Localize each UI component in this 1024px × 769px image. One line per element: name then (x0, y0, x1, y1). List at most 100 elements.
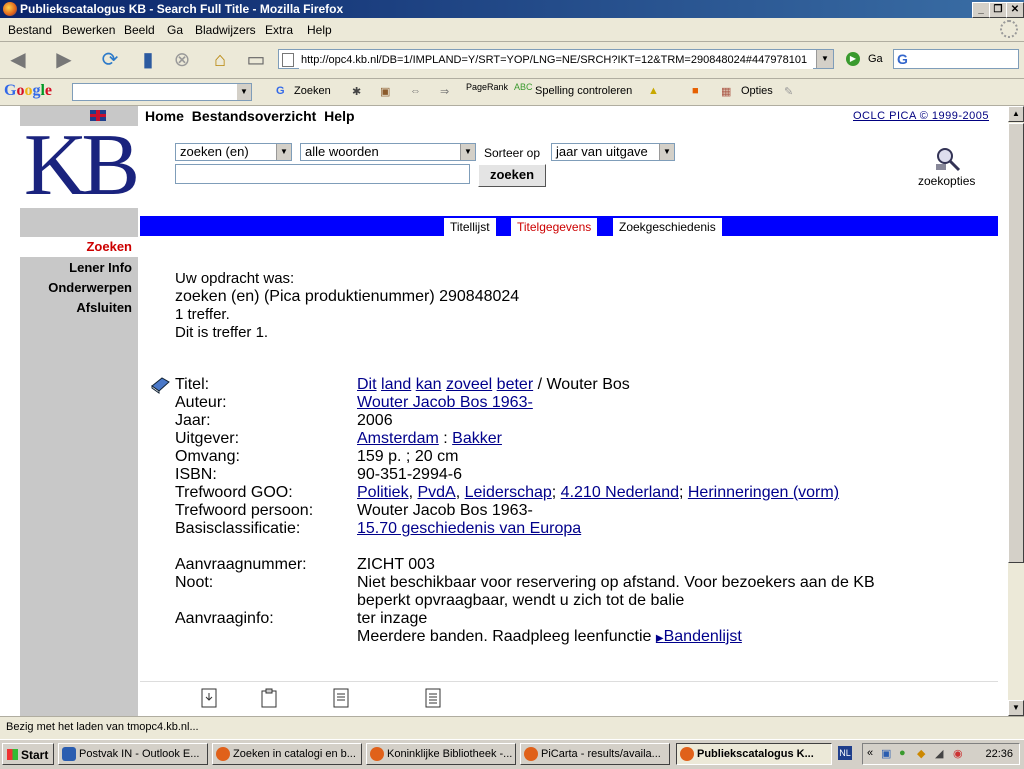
nav-bestandsoverzicht[interactable]: Bestandsoverzicht (192, 108, 316, 124)
task-outlook[interactable]: Postvak IN - Outlook E... (58, 743, 208, 765)
search-box[interactable]: G (893, 49, 1019, 69)
stop-icon[interactable]: ⊗ (168, 46, 196, 74)
search-button[interactable]: zoeken (478, 164, 546, 187)
kb-logo[interactable]: KB (20, 122, 140, 210)
spelling-check-button[interactable]: Spelling controleren (535, 85, 632, 97)
outlook-icon (62, 747, 76, 761)
subject-link[interactable]: Herinneringen (vorm) (688, 484, 839, 501)
search-mode-select[interactable]: alle woorden ▼ (300, 143, 476, 161)
chevron-down-icon[interactable]: ▼ (237, 84, 251, 100)
reload-icon[interactable]: ⟳ (96, 46, 124, 74)
print-icon[interactable]: ▭ (242, 46, 270, 74)
url-input[interactable] (299, 51, 813, 69)
print-document-icon[interactable] (424, 688, 442, 708)
subject-link[interactable]: 4.210 Nederland (561, 484, 679, 501)
task-zoeken-catalogi[interactable]: Zoeken in catalogi en b... (212, 743, 362, 765)
google-search-input[interactable]: ▼ (72, 83, 252, 101)
search-options-label[interactable]: zoekopties (918, 174, 975, 188)
blogger-icon[interactable]: ■ (692, 85, 699, 97)
scroll-up-icon[interactable]: ▲ (1008, 106, 1024, 122)
task-picarta[interactable]: PiCarta - results/availa... (520, 743, 670, 765)
download-icon[interactable] (200, 688, 218, 708)
google-zoeken-button[interactable]: Zoeken (294, 85, 331, 97)
image-icon[interactable]: ▣ (380, 85, 390, 98)
address-bar[interactable]: ▼ (278, 49, 834, 69)
forward-arrow-icon[interactable]: ▶ (50, 46, 78, 74)
task-publiekscatalogus[interactable]: Publiekscatalogus K... (676, 743, 832, 765)
menu-extra[interactable]: Extra (265, 23, 293, 37)
sidebar-item-zoeken[interactable]: Zoeken (20, 237, 138, 257)
search-input[interactable] (175, 164, 470, 184)
menu-beeld[interactable]: Beeld (124, 23, 155, 37)
tab-titelgegevens[interactable]: Titelgegevens (511, 218, 598, 236)
bookmark-up-icon[interactable]: ▲ (648, 85, 659, 97)
menu-bewerken[interactable]: Bewerken (62, 23, 115, 37)
tab-zoekgeschiedenis[interactable]: Zoekgeschiedenis (613, 218, 722, 236)
update-icon[interactable]: ◆ (917, 747, 925, 760)
security-icon[interactable]: ◉ (953, 747, 963, 760)
page-icon (282, 53, 294, 67)
start-button[interactable]: Start (2, 743, 54, 765)
document-icon[interactable] (332, 688, 350, 708)
subject-link[interactable]: PvdA (417, 484, 455, 501)
copyright-link[interactable]: OCLC PICA © 1999-2005 (853, 110, 989, 122)
clipboard-icon[interactable] (260, 688, 278, 708)
scroll-down-icon[interactable]: ▼ (1008, 700, 1024, 716)
tray-expand-icon[interactable]: « (867, 747, 873, 759)
back-arrow-icon[interactable]: ◀ (4, 46, 32, 74)
menu-bladwijzers[interactable]: Bladwijzers (195, 23, 256, 37)
language-indicator[interactable]: NL (838, 746, 852, 760)
title-word-link[interactable]: land (381, 376, 411, 393)
pagerank-label[interactable]: PageRank (466, 82, 508, 92)
publisher-name-link[interactable]: Bakker (452, 430, 502, 447)
home-icon[interactable]: ⌂ (206, 46, 234, 74)
network-icon[interactable]: ▣ (881, 747, 891, 760)
author-link[interactable]: Wouter Jacob Bos 1963- (357, 394, 533, 411)
minimize-button[interactable]: _ (972, 2, 990, 18)
maximize-button[interactable]: ❐ (989, 2, 1007, 18)
book-icon (151, 377, 170, 394)
sidebar-item-afsluiten[interactable]: Afsluiten (76, 300, 132, 315)
tab-titellijst[interactable]: Titellijst (444, 218, 496, 236)
pencil-icon[interactable]: ✎ (784, 85, 793, 98)
go-label[interactable]: Ga (868, 53, 883, 65)
intro-label: Uw opdracht was: (175, 270, 295, 287)
nav-home[interactable]: Home (145, 108, 184, 124)
sidebar-item-onderwerpen[interactable]: Onderwerpen (48, 280, 132, 295)
search-options-icon[interactable] (934, 146, 962, 172)
abc-check-icon[interactable]: ABC (514, 82, 533, 92)
search-field-select[interactable]: zoeken (en) ▼ (175, 143, 292, 161)
options-icon[interactable]: ▦ (721, 85, 731, 98)
highlight-icon[interactable]: ⇒ (440, 85, 449, 98)
scroll-thumb[interactable] (1008, 123, 1024, 563)
vertical-scrollbar[interactable]: ▲ ▼ (1008, 106, 1024, 716)
volume-icon[interactable]: ◢ (935, 747, 943, 760)
nav-help[interactable]: Help (324, 108, 354, 124)
menu-ga[interactable]: Ga (167, 23, 183, 37)
basisclassificatie-value: 15.70 geschiedenis van Europa (357, 520, 581, 538)
title-word-link[interactable]: Dit (357, 376, 377, 393)
antivirus-icon[interactable]: ● (899, 747, 906, 759)
news-icon[interactable]: ✱ (352, 85, 361, 98)
sort-select[interactable]: jaar van uitgave ▼ (551, 143, 675, 161)
google-logo[interactable]: Google (4, 82, 52, 100)
publisher-place-link[interactable]: Amsterdam (357, 430, 439, 447)
close-button[interactable]: ✕ (1006, 2, 1024, 18)
opties-button[interactable]: Opties (741, 85, 773, 97)
title-word-link[interactable]: kan (416, 376, 442, 393)
classification-link[interactable]: 15.70 geschiedenis van Europa (357, 520, 581, 537)
bookmarks-icon[interactable]: ▮ (134, 46, 162, 74)
subject-link[interactable]: Leiderschap (465, 484, 552, 501)
go-icon[interactable]: ▶ (846, 52, 860, 66)
chevron-down-icon: ▼ (460, 144, 475, 160)
title-word-link[interactable]: zoveel (446, 376, 492, 393)
bandenlijst-link[interactable]: ▶Bandenlijst (656, 628, 742, 645)
url-dropdown-icon[interactable]: ▼ (816, 50, 833, 68)
subject-link[interactable]: Politiek (357, 484, 409, 501)
menu-help[interactable]: Help (307, 23, 332, 37)
title-word-link[interactable]: beter (497, 376, 533, 393)
arrows-icon[interactable]: ⇔ (410, 85, 421, 97)
task-koninklijke-bibliotheek[interactable]: Koninklijke Bibliotheek -... (366, 743, 516, 765)
sidebar-item-lener-info[interactable]: Lener Info (69, 260, 132, 275)
menu-bestand[interactable]: Bestand (8, 23, 52, 37)
